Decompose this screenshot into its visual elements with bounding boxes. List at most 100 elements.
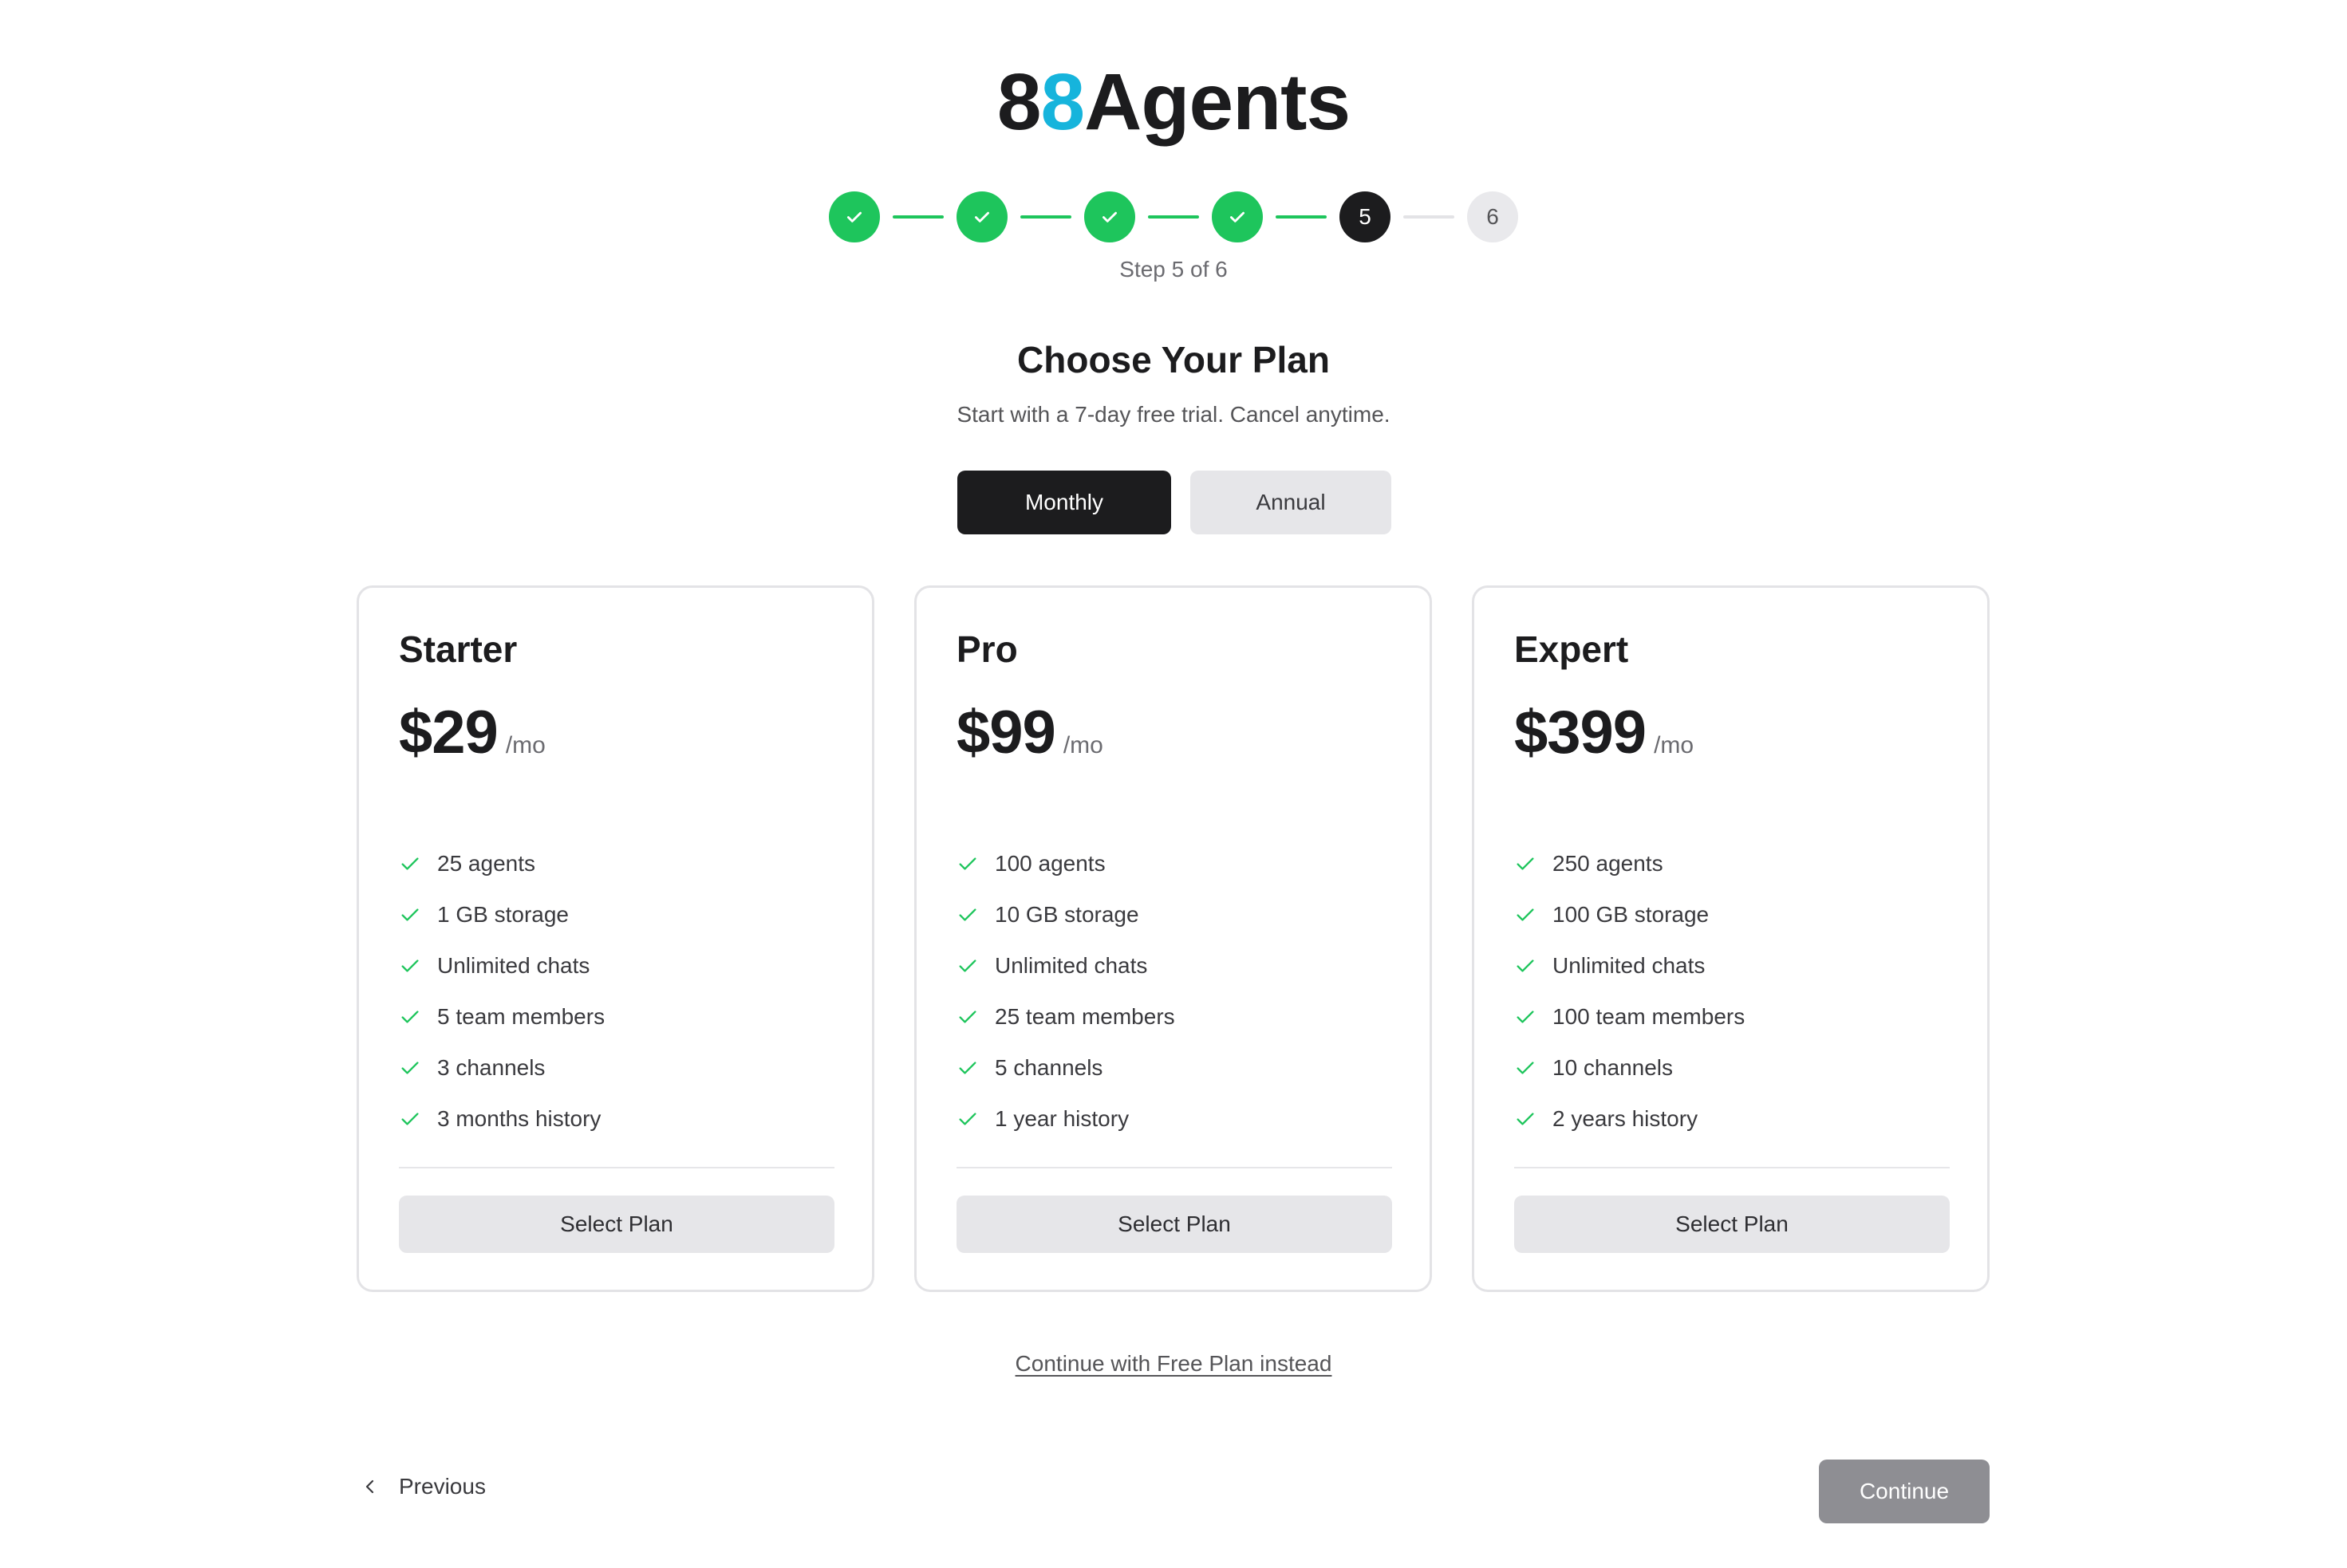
check-icon [1102, 211, 1117, 223]
plan-feature: 3 channels [399, 1042, 605, 1093]
previous-button[interactable]: Previous [361, 1474, 486, 1499]
plan-feature-label: 250 agents [1552, 851, 1663, 876]
plan-feature: 100 agents [957, 838, 1175, 889]
plan-feature-list: 100 agents 10 GB storage Unlimited chats… [957, 838, 1175, 1144]
plan-name: Pro [957, 628, 1018, 670]
logo-prefix: 8 [996, 57, 1042, 147]
plan-feature: 100 team members [1514, 991, 1745, 1042]
check-icon [1514, 1006, 1536, 1028]
plan-feature-label: 1 year history [995, 1106, 1130, 1131]
plan-feature-label: 5 channels [995, 1055, 1103, 1080]
step-connector [1403, 215, 1454, 219]
card-divider [1514, 1167, 1950, 1168]
plan-feature-list: 25 agents 1 GB storage Unlimited chats 5… [399, 838, 605, 1144]
select-plan-starter-button[interactable]: Select Plan [399, 1196, 834, 1253]
progress-stepper: 5 6 [829, 191, 1518, 242]
step-connector [1276, 215, 1327, 219]
plan-feature: 1 GB storage [399, 889, 605, 940]
plan-feature-label: 5 team members [437, 1004, 605, 1029]
select-plan-expert-button[interactable]: Select Plan [1514, 1196, 1950, 1253]
plan-feature-list: 250 agents 100 GB storage Unlimited chat… [1514, 838, 1745, 1144]
check-icon [957, 1108, 979, 1130]
plan-feature-label: 3 channels [437, 1055, 546, 1080]
plan-period: /mo [505, 732, 546, 758]
select-plan-pro-button[interactable]: Select Plan [957, 1196, 1392, 1253]
plan-period: /mo [1063, 732, 1103, 758]
plan-feature-label: 1 GB storage [437, 902, 569, 927]
plan-feature-label: 2 years history [1552, 1106, 1698, 1131]
plan-feature: 25 team members [957, 991, 1175, 1042]
step-connector [893, 215, 944, 219]
check-icon [957, 904, 979, 926]
plan-price-row: $99 /mo [957, 698, 1103, 767]
plan-price: $399 [1514, 699, 1647, 766]
plan-feature: 25 agents [399, 838, 605, 889]
check-icon [1514, 1108, 1536, 1130]
check-icon [399, 1108, 421, 1130]
plan-feature: 2 years history [1514, 1093, 1745, 1144]
chevron-left-icon [361, 1477, 380, 1496]
check-icon [1514, 1057, 1536, 1079]
check-icon [957, 853, 979, 875]
plan-feature-label: Unlimited chats [995, 953, 1148, 978]
previous-label: Previous [399, 1474, 486, 1499]
step-4-complete [1212, 191, 1263, 242]
check-icon [399, 904, 421, 926]
check-icon [1514, 904, 1536, 926]
check-icon [975, 211, 989, 223]
page-subtitle: Start with a 7-day free trial. Cancel an… [957, 402, 1390, 427]
plan-card-expert: Expert $399 /mo 250 agents 100 GB storag… [1472, 585, 1990, 1292]
billing-period-toggle: Monthly Annual [957, 471, 1391, 534]
card-divider [957, 1167, 1392, 1168]
plan-price: $29 [399, 699, 499, 766]
step-3-complete [1084, 191, 1135, 242]
check-icon [957, 1006, 979, 1028]
plan-feature: Unlimited chats [957, 940, 1175, 991]
logo-suffix: Agents [1084, 57, 1351, 147]
check-icon [1514, 853, 1536, 875]
app-logo: 88Agents [0, 54, 2347, 150]
plan-feature: 10 channels [1514, 1042, 1745, 1093]
step-connector [1148, 215, 1199, 219]
plan-feature-label: 10 GB storage [995, 902, 1139, 927]
plan-feature-label: 25 agents [437, 851, 535, 876]
logo-accent: 8 [1040, 57, 1086, 147]
step-2-complete [957, 191, 1008, 242]
plan-name: Starter [399, 628, 518, 670]
plan-feature-label: 10 channels [1552, 1055, 1674, 1080]
plan-feature: 10 GB storage [957, 889, 1175, 940]
continue-button[interactable]: Continue [1819, 1460, 1990, 1523]
check-icon [1230, 211, 1245, 223]
check-icon [847, 211, 862, 223]
plan-feature-label: 100 team members [1552, 1004, 1745, 1029]
step-5-current: 5 [1339, 191, 1390, 242]
plan-price: $99 [957, 699, 1056, 766]
check-icon [957, 1057, 979, 1079]
plan-period: /mo [1654, 732, 1694, 758]
plan-feature-label: 3 months history [437, 1106, 602, 1131]
card-divider [399, 1167, 834, 1168]
step-progress-text: Step 5 of 6 [1119, 257, 1228, 282]
check-icon [399, 1006, 421, 1028]
check-icon [1514, 955, 1536, 977]
plan-card-starter: Starter $29 /mo 25 agents 1 GB storage U… [357, 585, 874, 1292]
plan-feature: 5 channels [957, 1042, 1175, 1093]
monthly-toggle-button[interactable]: Monthly [957, 471, 1171, 534]
plan-feature-label: 100 agents [995, 851, 1106, 876]
plan-feature: Unlimited chats [1514, 940, 1745, 991]
plan-feature-label: Unlimited chats [437, 953, 590, 978]
plan-feature: Unlimited chats [399, 940, 605, 991]
check-icon [399, 955, 421, 977]
page-title: Choose Your Plan [1017, 339, 1330, 380]
plan-feature-label: 100 GB storage [1552, 902, 1710, 927]
continue-free-plan-link[interactable]: Continue with Free Plan instead [1016, 1351, 1332, 1376]
plan-feature-label: 25 team members [995, 1004, 1175, 1029]
annual-toggle-button[interactable]: Annual [1190, 471, 1391, 534]
check-icon [399, 853, 421, 875]
check-icon [399, 1057, 421, 1079]
plan-price-row: $29 /mo [399, 698, 546, 767]
plan-feature: 3 months history [399, 1093, 605, 1144]
plan-price-row: $399 /mo [1514, 698, 1694, 767]
step-connector [1020, 215, 1071, 219]
plan-feature-label: Unlimited chats [1552, 953, 1706, 978]
